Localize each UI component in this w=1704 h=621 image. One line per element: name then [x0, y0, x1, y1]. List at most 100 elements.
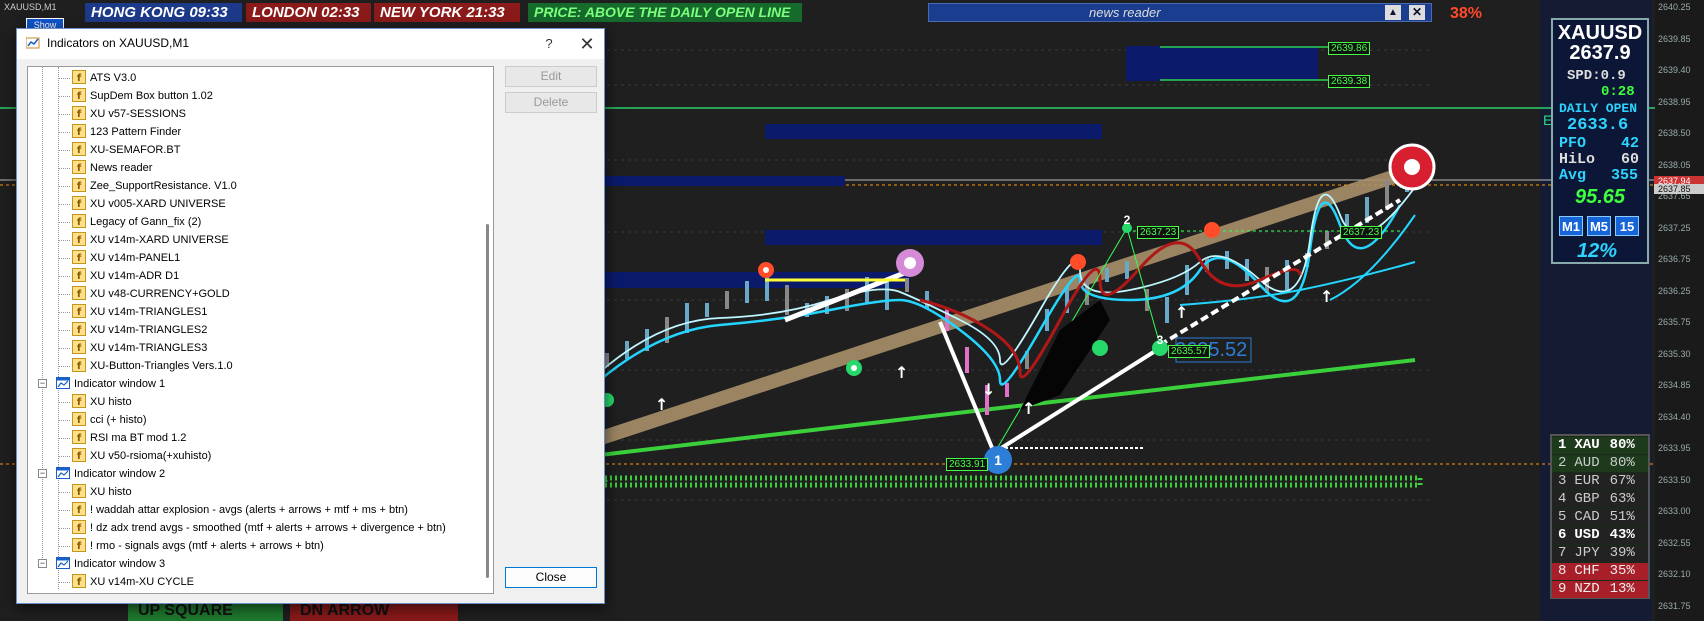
svg-text:f: f [77, 451, 82, 462]
strength-rank: 6 [1558, 527, 1567, 543]
tree-window-node[interactable]: Indicator window 3 [56, 555, 165, 573]
tree-scrollbar[interactable] [483, 69, 492, 591]
tree-indicator-item[interactable]: f ATS V3.0 [72, 69, 136, 87]
custom-indicator-icon: f [72, 88, 86, 103]
tree-item-label: ! waddah attar explosion - avgs (alerts … [90, 504, 408, 516]
delete-button[interactable]: Delete [505, 92, 597, 113]
tree-branch [58, 258, 70, 259]
tree-branch [58, 510, 70, 511]
tree-indicator-item[interactable]: f ! waddah attar explosion - avgs (alerts… [72, 501, 408, 519]
up-square-button[interactable]: UP SQUARE [128, 601, 283, 621]
tree-indicator-item[interactable]: f XU v14m-TRIANGLES2 [72, 321, 207, 339]
tree-indicator-item[interactable]: f ! dz adx trend avgs - smoothed (mtf + a… [72, 519, 446, 537]
tree-window-node[interactable]: Indicator window 1 [56, 375, 165, 393]
tree-indicator-item[interactable]: f RSI ma BT mod 1.2 [72, 429, 186, 447]
price-tick: 2638.95 [1658, 96, 1691, 107]
collapse-up-icon[interactable]: ▲ [1385, 5, 1401, 20]
svg-text:f: f [77, 415, 82, 426]
tree-item-label: XU histo [90, 486, 132, 498]
svg-text:↑: ↑ [1022, 399, 1035, 418]
tree-indicator-item[interactable]: f XU-SEMAFOR.BT [72, 141, 180, 159]
side-letter: E [1543, 112, 1553, 128]
tf-button-m15[interactable]: 15 [1615, 216, 1639, 236]
tree-indicator-item[interactable]: f XU v50-rsioma(+xuhisto) [72, 447, 211, 465]
tree-indicator-item[interactable]: f XU v14m-ADR D1 [72, 267, 179, 285]
scroll-thumb[interactable] [486, 224, 489, 578]
tree-indicator-item[interactable]: f XU v14m-PANEL1 [72, 249, 180, 267]
tree-branch [58, 204, 70, 205]
tree-indicator-item[interactable]: f XU v14m-TRIANGLES1 [72, 303, 207, 321]
svg-text:↑: ↑ [655, 395, 668, 414]
help-icon[interactable]: ? [537, 33, 561, 55]
tree-indicator-item[interactable]: f SupDem Box button 1.02 [72, 87, 213, 105]
dn-arrow-button[interactable]: DN ARROW [290, 601, 458, 621]
edit-button[interactable]: Edit [505, 66, 597, 87]
strength-currency: AUD [1574, 455, 1600, 471]
wave-1: 1 [994, 452, 1002, 468]
strength-percent: 67% [1609, 473, 1635, 489]
price-tick: 2633.50 [1658, 474, 1691, 485]
tree-branch [58, 348, 70, 349]
tree-indicator-item[interactable]: f XU v57-SESSIONS [72, 105, 186, 123]
svg-text:f: f [77, 307, 82, 318]
svg-text:f: f [77, 505, 82, 516]
tree-indicator-item[interactable]: f News reader [72, 159, 152, 177]
symbol-info-panel: XAUUSD 2637.9 SPD:0.9 0:28 DAILY OPEN 26… [1551, 18, 1649, 264]
tf-button-m1[interactable]: M1 [1559, 216, 1583, 236]
collapse-icon[interactable]: − [38, 469, 47, 478]
strength-row-chf: 8 CHF 35% [1552, 563, 1648, 580]
custom-indicator-icon: f [72, 538, 86, 553]
clock-london: LONDON 02:33 [246, 3, 371, 22]
tree-item-label: ! dz adx trend avgs - smoothed (mtf + al… [90, 522, 446, 534]
tree-indicator-item[interactable]: f XU v005-XARD UNIVERSE [72, 195, 226, 213]
svg-text:f: f [77, 109, 82, 120]
tf-button-m5[interactable]: M5 [1587, 216, 1611, 236]
close-icon[interactable]: ✕ [1409, 5, 1425, 20]
close-button[interactable]: Close [505, 567, 597, 588]
tree-indicator-item[interactable]: f XU v14m-TRIANGLES3 [72, 339, 207, 357]
tree-branch [58, 420, 70, 421]
window-icon [56, 467, 70, 480]
tree-indicator-item[interactable]: f 123 Pattern Finder [72, 123, 181, 141]
news-reader-bar[interactable]: news reader ▲ ✕ [928, 3, 1432, 22]
tree-window-node[interactable]: Indicator window 2 [56, 465, 165, 483]
tree-indicator-item[interactable]: f XU histo [72, 393, 132, 411]
tree-indicator-item[interactable]: f cci (+ histo) [72, 411, 147, 429]
chart-tab[interactable]: XAUUSD,M1 [4, 2, 57, 12]
indicator-tree[interactable]: f ATS V3.0 f SupDem Box button 1.02 f XU v57-… [27, 66, 494, 594]
tree-item-label: XU v14m-XARD UNIVERSE [90, 234, 229, 246]
price-tick: 2633.95 [1658, 443, 1691, 453]
tree-indicator-item[interactable]: f Legacy of Gann_fix (2) [72, 213, 201, 231]
tree-indicator-item[interactable]: f XU v14m-XARD UNIVERSE [72, 231, 229, 249]
tree-indicator-item[interactable]: f ! rmo - signals avgs (mtf + alerts + ar… [72, 537, 324, 555]
dialog-titlebar[interactable]: Indicators on XAUUSD,M1 ? ✕ [17, 29, 604, 59]
svg-text:↑: ↑ [1175, 303, 1188, 322]
svg-text:f: f [77, 199, 82, 210]
tree-indicator-item[interactable]: f XU v14m-XU CYCLE [72, 573, 194, 591]
collapse-icon[interactable]: − [38, 379, 47, 388]
custom-indicator-icon: f [72, 178, 86, 193]
indicators-dialog: Indicators on XAUUSD,M1 ? ✕ f ATS V3.0 f Su… [16, 28, 605, 604]
level-label: 2639.38 [1328, 75, 1371, 88]
tree-branch [58, 276, 70, 277]
tree-indicator-item[interactable]: f XU v48-CURRENCY+GOLD [72, 285, 230, 303]
svg-text:↑: ↑ [1320, 287, 1333, 306]
tree-branch [58, 582, 70, 583]
panel-hilo-value: 60 [1621, 151, 1640, 168]
tree-item-label: XU histo [90, 396, 132, 408]
tree-indicator-item[interactable]: f XU histo [72, 483, 132, 501]
custom-indicator-icon: f [72, 430, 86, 445]
strength-rank: 4 [1558, 491, 1567, 507]
svg-text:f: f [77, 433, 82, 444]
panel-spread: SPD:0.9 [1567, 68, 1626, 84]
strength-rank: 8 [1558, 563, 1567, 579]
tree-indicator-item[interactable]: f Zee_SupportResistance. V1.0 [72, 177, 237, 195]
strength-rank: 2 [1558, 455, 1567, 471]
custom-indicator-icon: f [72, 502, 86, 517]
collapse-icon[interactable]: − [38, 559, 47, 568]
close-icon[interactable]: ✕ [575, 33, 599, 55]
strength-row-jpy: 7 JPY 39% [1552, 545, 1648, 562]
price-tick: 2640.25 [1658, 2, 1691, 12]
tree-branch [58, 114, 70, 115]
tree-indicator-item[interactable]: f XU-Button-Triangles Vers.1.0 [72, 357, 233, 375]
